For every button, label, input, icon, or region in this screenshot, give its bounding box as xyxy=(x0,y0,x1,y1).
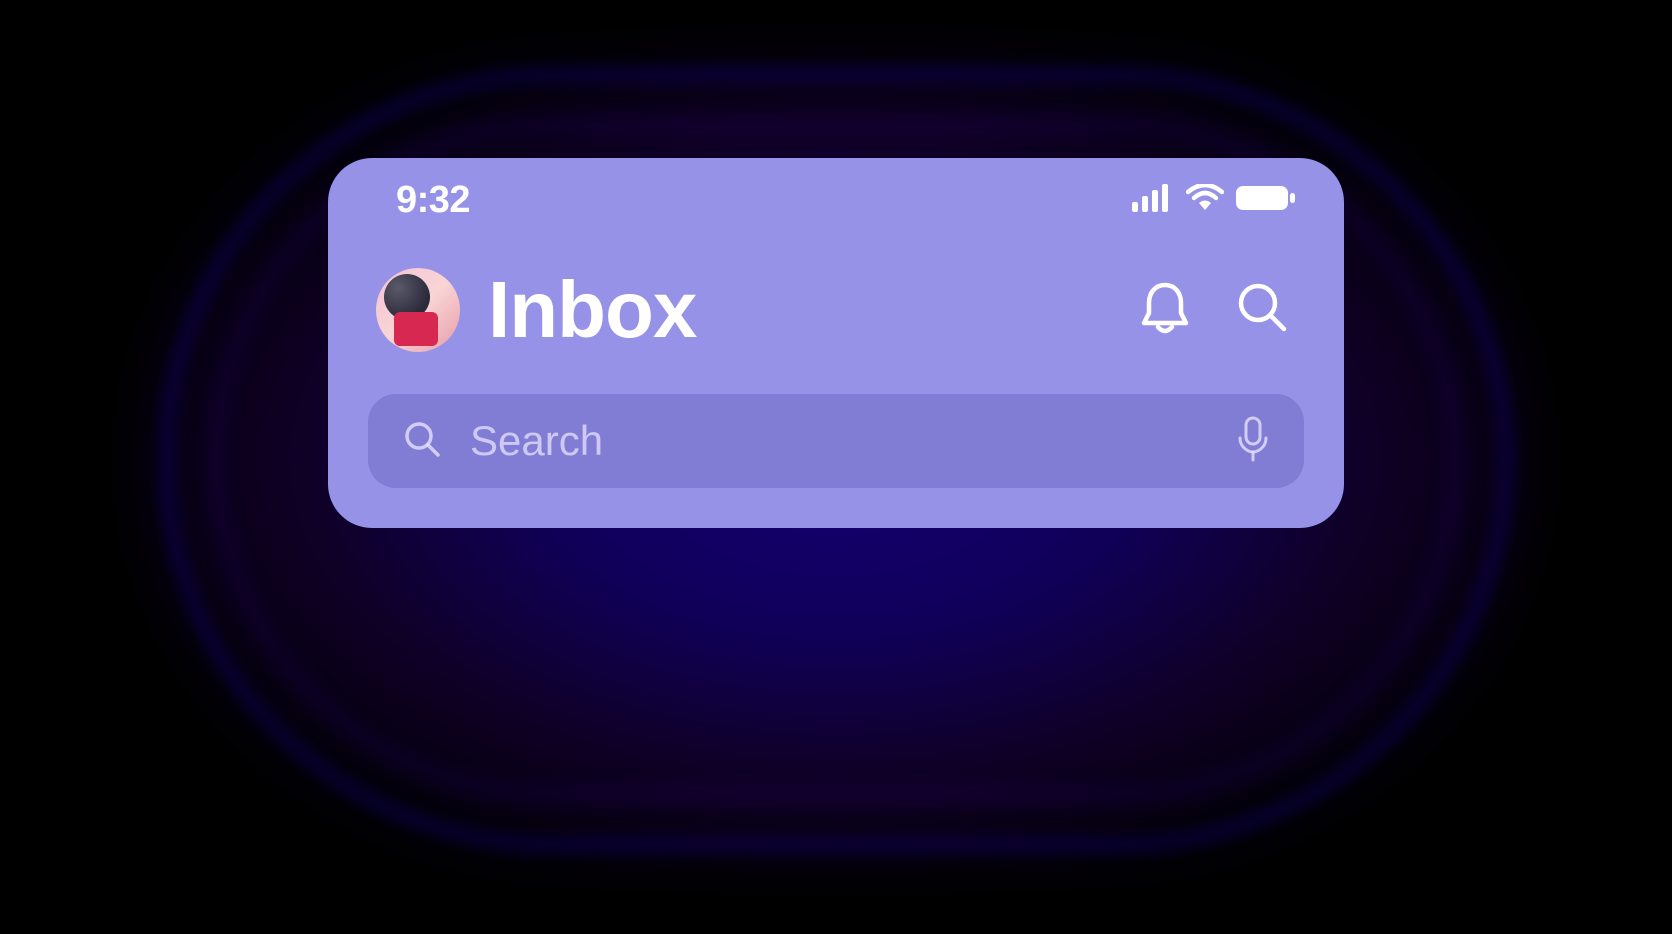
status-bar: 9:32 xyxy=(328,158,1344,218)
cellular-signal-icon xyxy=(1132,184,1174,217)
avatar[interactable] xyxy=(376,268,460,352)
header-row: Inbox xyxy=(328,218,1344,356)
battery-icon xyxy=(1236,184,1296,217)
search-icon xyxy=(402,419,442,464)
wifi-icon xyxy=(1186,184,1224,217)
bell-icon xyxy=(1138,279,1192,342)
page-title: Inbox xyxy=(488,264,1110,356)
search-icon xyxy=(1236,281,1290,340)
notifications-button[interactable] xyxy=(1138,279,1192,342)
inbox-header-card: 9:32 xyxy=(328,158,1344,528)
microphone-icon[interactable] xyxy=(1236,416,1270,467)
status-time: 9:32 xyxy=(396,179,470,222)
search-input[interactable] xyxy=(470,417,1208,465)
search-button[interactable] xyxy=(1236,281,1290,340)
status-indicators xyxy=(1132,184,1296,217)
search-bar[interactable] xyxy=(368,394,1304,488)
